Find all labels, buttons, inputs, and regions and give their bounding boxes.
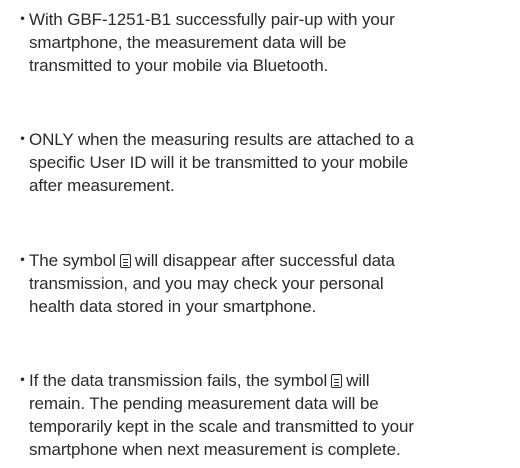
data-pending-symbol-icon <box>119 254 131 268</box>
bullet-item-transmission-fail: ・ If the data transmission fails, the sy… <box>14 369 514 461</box>
bullet-marker: ・ <box>14 10 31 29</box>
bullet-marker: ・ <box>14 371 31 390</box>
bullet-text: ONLY when the measuring results are atta… <box>29 130 414 195</box>
bullet-item-pairing: ・ With GBF-1251-B1 successfully pair-up … <box>14 8 514 77</box>
bullet-marker: ・ <box>14 130 31 149</box>
bullet-text-before: The symbol <box>29 251 116 270</box>
bullet-item-user-id: ・ ONLY when the measuring results are at… <box>14 128 514 197</box>
data-pending-symbol-icon <box>331 374 343 388</box>
bullet-item-symbol-disappear: ・ The symbol will disappear after success… <box>14 249 514 318</box>
bullet-text: If the data transmission fails, the symb… <box>29 369 514 461</box>
bullet-text: With GBF-1251-B1 successfully pair-up wi… <box>29 10 395 75</box>
bullet-marker: ・ <box>14 251 31 270</box>
instruction-page: ・ With GBF-1251-B1 successfully pair-up … <box>0 0 520 468</box>
bullet-text: The symbol will disappear after successfu… <box>29 249 514 318</box>
bullet-text-before: If the data transmission fails, the symb… <box>29 371 328 390</box>
